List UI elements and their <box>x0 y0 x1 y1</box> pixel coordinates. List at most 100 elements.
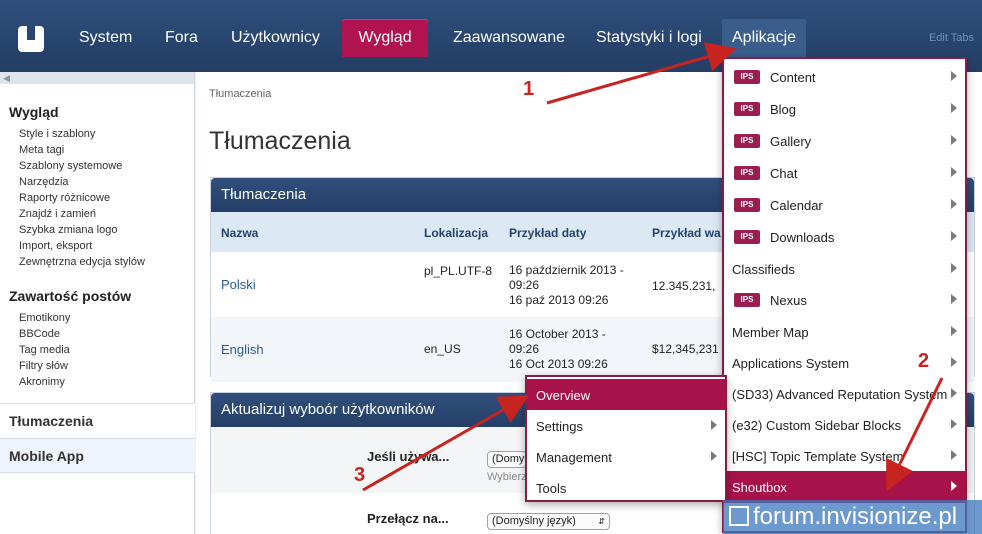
ips-badge: IPS <box>734 134 760 148</box>
menu-item-label: (SD33) Advanced Reputation System <box>732 387 948 402</box>
watermark-text: forum.invisionize.pl <box>753 503 958 530</box>
chevron-right-icon <box>951 481 957 491</box>
column-header: Lokalizacja <box>424 226 489 240</box>
chevron-right-icon <box>711 420 717 430</box>
step-number-2: 2 <box>918 350 930 372</box>
tab-statystyki[interactable]: Statystyki i logi <box>586 19 712 57</box>
language-select[interactable]: (Domy <box>487 451 527 468</box>
sidebar-item[interactable]: Zewnętrzna edycja stylów <box>19 254 194 270</box>
submenu-item-tools[interactable]: Tools <box>527 472 725 503</box>
chevron-right-icon <box>951 419 957 429</box>
edit-tabs-link[interactable]: Edit Tabs <box>929 32 974 44</box>
date-short-cell: 16 paź 2013 09:26 <box>509 293 609 307</box>
submenu-item-settings[interactable]: Settings <box>527 410 725 441</box>
sidebar-item-tlumaczenia[interactable]: Tłumaczenia <box>0 403 195 438</box>
submenu-item-management[interactable]: Management <box>527 441 725 472</box>
chevron-right-icon <box>951 326 957 336</box>
ipb-logo-icon[interactable] <box>18 26 44 52</box>
menu-item-blog[interactable]: IPS Blog <box>724 93 965 125</box>
menu-item-calendar[interactable]: IPS Calendar <box>724 189 965 221</box>
chevron-right-icon <box>951 263 957 273</box>
menu-item-downloads[interactable]: IPS Downloads <box>724 221 965 253</box>
chevron-right-icon <box>951 71 957 81</box>
breadcrumb[interactable]: Tłumaczenia <box>209 88 271 100</box>
sidebar-item[interactable]: BBCode <box>19 326 194 342</box>
sidebar-collapse-icon[interactable]: ◀ <box>0 72 194 84</box>
sidebar-item[interactable]: Filtry słów <box>19 358 194 374</box>
step-number-3: 3 <box>354 464 366 486</box>
chevron-right-icon <box>951 388 957 398</box>
sidebar-item[interactable]: Tag media <box>19 342 194 358</box>
menu-item-nexus[interactable]: IPS Nexus <box>724 284 965 316</box>
tab-wyglad[interactable]: Wygląd <box>342 19 428 57</box>
sidebar-item-mobile-app[interactable]: Mobile App <box>0 438 195 473</box>
submenu-item-label: Overview <box>536 388 591 403</box>
select-arrows-icon: ⇵ <box>598 517 605 526</box>
number-cell: 12.345.231, <box>652 279 716 293</box>
sidebar-list-wyglad: Style i szablony Meta tagi Szablony syst… <box>0 120 194 270</box>
step-number-1: 1 <box>523 78 535 100</box>
sidebar-item[interactable]: Szybka zmiana logo <box>19 222 194 238</box>
chevron-right-icon <box>951 357 957 367</box>
language-link[interactable]: Polski <box>221 277 256 292</box>
sidebar-item[interactable]: Znajdź i zamień <box>19 206 194 222</box>
language-select[interactable]: (Domyślny język) ⇵ <box>487 513 610 530</box>
chevron-right-icon <box>951 135 957 145</box>
form-label: Jeśli używa... <box>367 449 450 464</box>
apps-dropdown: IPS Content IPS Blog IPS Gallery IPS Cha… <box>722 57 967 533</box>
chevron-right-icon <box>951 167 957 177</box>
sidebar-item[interactable]: Akronimy <box>19 374 194 390</box>
locale-cell: en_US <box>424 342 461 356</box>
select-value: (Domyślny język) <box>492 515 576 527</box>
language-link[interactable]: English <box>221 342 264 357</box>
locale-cell: pl_PL.UTF-8 <box>424 264 493 278</box>
tab-uzytkownicy[interactable]: Użytkownicy <box>221 19 330 57</box>
submenu-item-label: Settings <box>536 419 583 434</box>
submenu-item-label: Management <box>536 450 612 465</box>
menu-item-label: Shoutbox <box>732 480 787 495</box>
tab-system[interactable]: System <box>69 19 142 57</box>
ips-badge: IPS <box>734 293 760 307</box>
ips-badge: IPS <box>734 166 760 180</box>
menu-item-custom-sidebar-blocks[interactable]: (e32) Custom Sidebar Blocks <box>724 409 965 441</box>
column-header: Przykład daty <box>509 226 587 240</box>
sidebar-item[interactable]: Emotikony <box>19 310 194 326</box>
sidebar-item[interactable]: Szablony systemowe <box>19 158 194 174</box>
sidebar-section-title: Zawartość postów <box>9 288 132 304</box>
submenu-item-overview[interactable]: Overview <box>527 379 725 410</box>
menu-item-classifieds[interactable]: Classifieds <box>724 253 965 285</box>
sidebar-item[interactable]: Narzędzia <box>19 174 194 190</box>
chevron-right-icon <box>951 294 957 304</box>
sidebar-list-zawartosc: Emotikony BBCode Tag media Filtry słów A… <box>0 304 194 390</box>
menu-item-content[interactable]: IPS Content <box>724 61 965 93</box>
menu-item-chat[interactable]: IPS Chat <box>724 157 965 189</box>
menu-item-gallery[interactable]: IPS Gallery <box>724 125 965 157</box>
sidebar-item[interactable]: Style i szablony <box>19 126 194 142</box>
chevron-right-icon <box>951 103 957 113</box>
watermark: forum.invisionize.pl <box>723 500 982 534</box>
form-hint: Wybierz <box>487 471 527 483</box>
menu-item-label: Member Map <box>732 325 809 340</box>
menu-item-label: Chat <box>770 166 798 181</box>
menu-item-topic-template[interactable]: [HSC] Topic Template System <box>724 440 965 472</box>
menu-item-label: Gallery <box>770 134 812 149</box>
form-label: Przełącz na... <box>367 511 449 526</box>
check-icon <box>729 506 749 526</box>
sidebar-item[interactable]: Raporty różnicowe <box>19 190 194 206</box>
menu-item-label: Classifieds <box>732 262 795 277</box>
chevron-right-icon <box>951 450 957 460</box>
ips-badge: IPS <box>734 230 760 244</box>
page-title: Tłumaczenia <box>209 127 351 155</box>
menu-item-label: Blog <box>770 102 797 117</box>
sidebar-item[interactable]: Import, eksport <box>19 238 194 254</box>
ips-badge: IPS <box>734 102 760 116</box>
tab-fora[interactable]: Fora <box>155 19 208 57</box>
ips-badge: IPS <box>734 198 760 212</box>
menu-item-advanced-reputation[interactable]: (SD33) Advanced Reputation System <box>724 378 965 410</box>
sidebar-item[interactable]: Meta tagi <box>19 142 194 158</box>
tab-zaawansowane[interactable]: Zaawansowane <box>443 19 575 57</box>
tab-aplikacje[interactable]: Aplikacje <box>722 19 807 57</box>
menu-item-shoutbox[interactable]: Shoutbox <box>724 471 965 503</box>
column-header: Nazwa <box>221 226 259 240</box>
menu-item-member-map[interactable]: Member Map <box>724 316 965 348</box>
